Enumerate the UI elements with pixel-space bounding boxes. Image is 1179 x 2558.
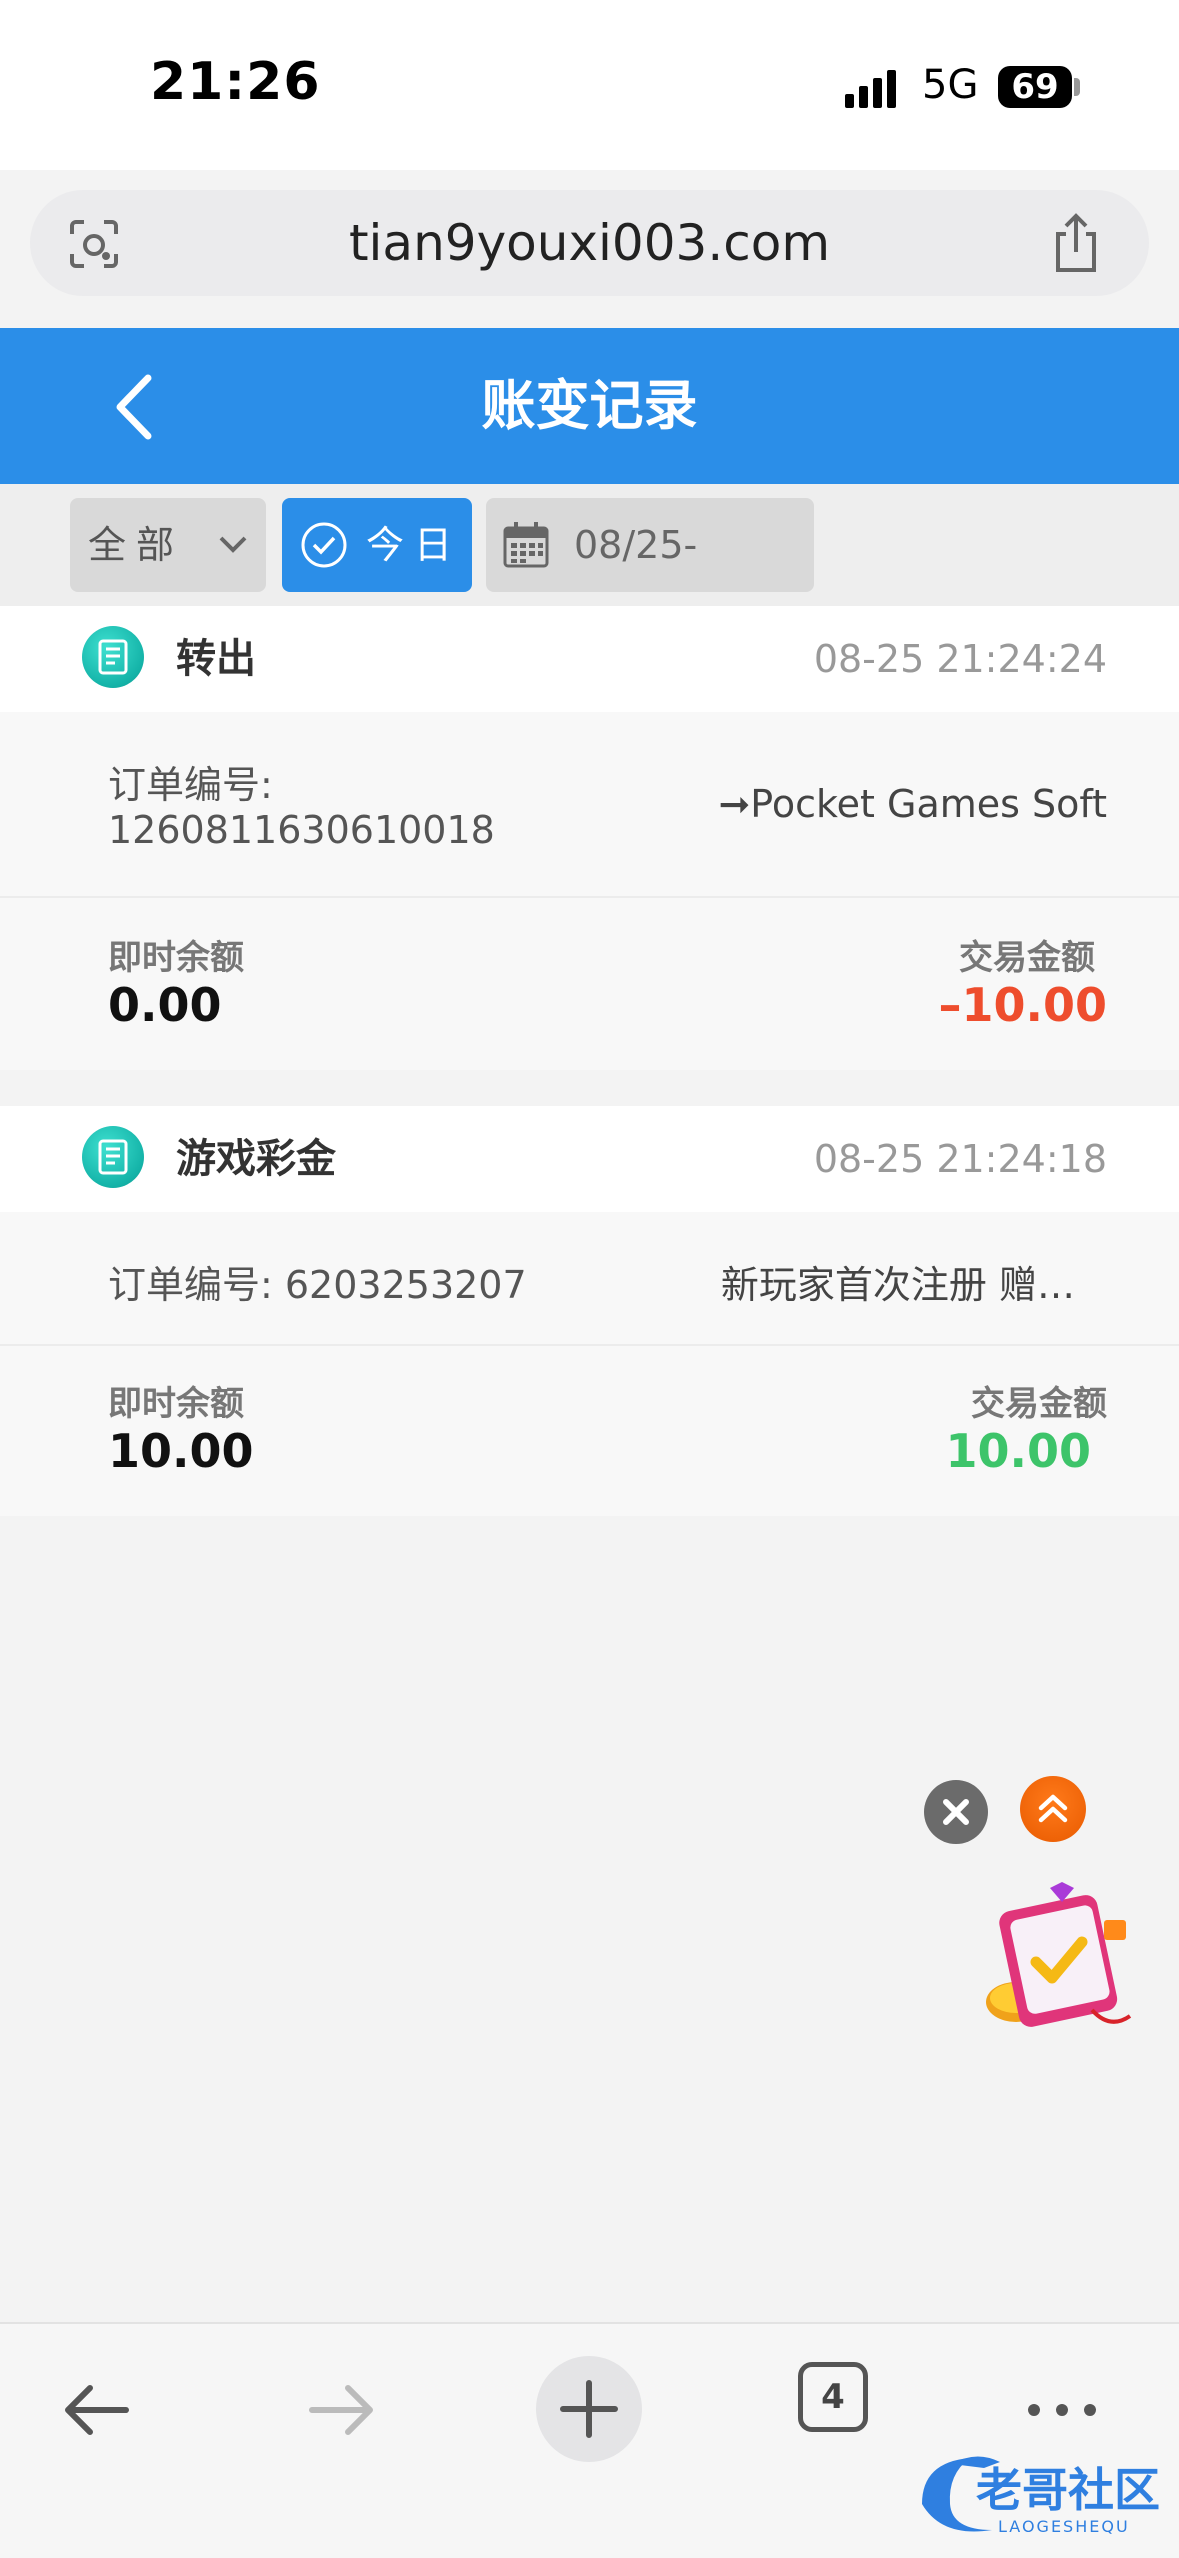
- scroll-top-button[interactable]: [1020, 1776, 1086, 1842]
- receipt-icon: [82, 1126, 144, 1188]
- more-options-icon[interactable]: [1022, 2370, 1102, 2450]
- new-tab-button[interactable]: [536, 2356, 642, 2462]
- category-filter-dropdown[interactable]: 全部: [70, 498, 266, 592]
- record-header: 游戏彩金 08-25 21:24:18: [0, 1106, 1179, 1212]
- filter-bar: 全部 今日 08/25- 08/25: [0, 484, 1179, 661]
- share-icon[interactable]: [1048, 212, 1104, 274]
- lens-scan-icon[interactable]: [66, 216, 122, 272]
- page-title: 账变记录: [481, 374, 698, 437]
- close-icon: [943, 1799, 969, 1825]
- double-chevron-up-icon: [1038, 1794, 1068, 1823]
- order-number: 订单编号: 6203253207: [108, 1263, 527, 1307]
- watermark-subtext: LAOGESHEQU: [998, 2517, 1130, 2536]
- chevron-down-icon: [219, 536, 247, 553]
- back-icon[interactable]: [56, 2370, 136, 2450]
- balance-value: 0.00: [108, 978, 222, 1032]
- record-type: 转出: [176, 636, 256, 682]
- record-timestamp: 08-25 21:24:24: [813, 637, 1107, 681]
- tabs-count-button[interactable]: 4: [798, 2362, 868, 2432]
- record-card[interactable]: 游戏彩金 08-25 21:24:18 订单编号: 6203253207 新玩家…: [0, 1106, 1179, 1516]
- date-range-picker[interactable]: 08/25- 08/25: [486, 498, 814, 661]
- calendar-icon: [503, 522, 549, 568]
- amount-label: 交易金额: [959, 938, 1095, 978]
- status-time: 21:26: [150, 52, 321, 112]
- close-floating-button[interactable]: [924, 1780, 988, 1844]
- record-header: 转出 08-25 21:24:24: [0, 606, 1179, 712]
- divider: [0, 896, 1179, 898]
- record-detail: 新玩家首次注册 赠…: [720, 1263, 1075, 1307]
- status-bar: 21:26 5G 69: [0, 0, 1179, 170]
- record-card[interactable]: 转出 08-25 21:24:24 订单编号: 1260811630610018…: [0, 606, 1179, 1070]
- page-header: 账变记录: [0, 328, 1179, 484]
- cellular-signal-icon: [845, 70, 896, 108]
- check-circle-icon: [301, 522, 347, 568]
- record-type: 游戏彩金: [176, 1136, 336, 1182]
- today-filter-label: 今日: [366, 523, 463, 567]
- order-number: 1260811630610018: [108, 808, 495, 852]
- balance-label: 即时余额: [108, 1384, 244, 1424]
- url-text[interactable]: tian9youxi003.com: [30, 190, 1149, 296]
- watermark-text: 老哥社区: [976, 2463, 1160, 2517]
- record-timestamp: 08-25 21:24:18: [813, 1137, 1107, 1181]
- amount-value: –10.00: [938, 978, 1107, 1032]
- forward-icon[interactable]: [302, 2370, 382, 2450]
- receipt-icon: [82, 626, 144, 688]
- category-filter-label: 全部: [88, 523, 185, 567]
- divider: [0, 1344, 1179, 1346]
- order-number-label: 订单编号:: [108, 763, 273, 807]
- amount-label: 交易金额: [971, 1384, 1107, 1424]
- battery-indicator: 69: [998, 66, 1072, 108]
- watermark-logo: 老哥社区 LAOGESHEQU: [912, 2444, 1168, 2544]
- network-type: 5G: [922, 62, 979, 108]
- dragon-logo-icon: 老哥社区 LAOGESHEQU: [922, 2456, 1160, 2536]
- record-detail: ➞Pocket Games Soft: [718, 782, 1107, 826]
- battery-tip: [1074, 78, 1080, 96]
- balance-label: 即时余额: [108, 938, 244, 978]
- today-filter-button[interactable]: 今日: [282, 498, 472, 592]
- balance-value: 10.00: [108, 1424, 254, 1478]
- plus-icon: [560, 2380, 618, 2438]
- address-bar[interactable]: tian9youxi003.com: [30, 190, 1149, 296]
- amount-value: 10.00: [945, 1424, 1091, 1478]
- reward-gift-icon[interactable]: [980, 1880, 1136, 2040]
